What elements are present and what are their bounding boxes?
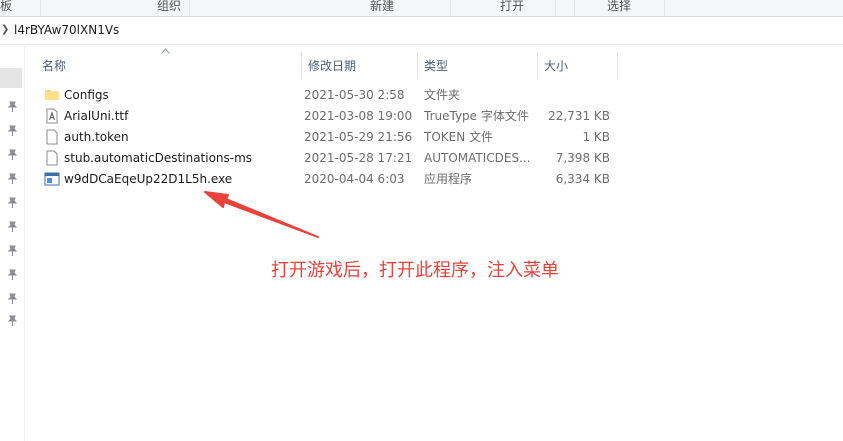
annotation-arrow bbox=[204, 191, 319, 238]
annotation-text: 打开游戏后，打开此程序，注入菜单 bbox=[271, 260, 559, 281]
